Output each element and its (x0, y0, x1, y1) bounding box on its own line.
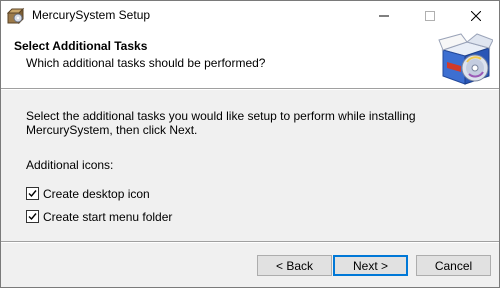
setup-box-cd-icon (437, 32, 494, 87)
next-button[interactable]: Next > (333, 255, 408, 276)
back-button[interactable]: < Back (257, 255, 332, 276)
header-divider (1, 88, 499, 90)
checkmark-icon (28, 213, 37, 221)
start-menu-folder-label[interactable]: Create start menu folder (43, 210, 172, 224)
description-line-1: Select the additional tasks you would li… (26, 109, 416, 123)
maximize-icon (425, 10, 435, 21)
page-subtitle: Which additional tasks should be perform… (26, 56, 266, 70)
footer-divider (1, 241, 499, 243)
maximize-button[interactable] (407, 1, 453, 30)
installer-icon (6, 7, 25, 25)
desktop-icon-label[interactable]: Create desktop icon (43, 187, 150, 201)
checkmark-icon (28, 190, 37, 198)
desktop-icon-checkbox[interactable] (26, 187, 39, 200)
minimize-button[interactable] (361, 1, 407, 30)
title-bar[interactable]: MercurySystem Setup (1, 1, 499, 30)
page-title: Select Additional Tasks (14, 39, 148, 53)
window-title: MercurySystem Setup (32, 8, 151, 22)
start-menu-folder-checkbox[interactable] (26, 210, 39, 223)
task-desktop-icon[interactable]: Create desktop icon (26, 186, 150, 201)
wizard-header: Select Additional Tasks Which additional… (1, 30, 499, 88)
setup-window: MercurySystem Setup Select Additional Ta… (0, 0, 500, 288)
task-start-menu-folder[interactable]: Create start menu folder (26, 209, 172, 224)
additional-icons-label: Additional icons: (26, 158, 114, 172)
task-description: Select the additional tasks you would li… (26, 109, 466, 137)
close-icon (471, 10, 481, 21)
description-line-2: MercurySystem, then click Next. (26, 123, 198, 137)
cancel-button[interactable]: Cancel (416, 255, 491, 276)
minimize-icon (379, 15, 389, 16)
close-button[interactable] (453, 1, 499, 30)
